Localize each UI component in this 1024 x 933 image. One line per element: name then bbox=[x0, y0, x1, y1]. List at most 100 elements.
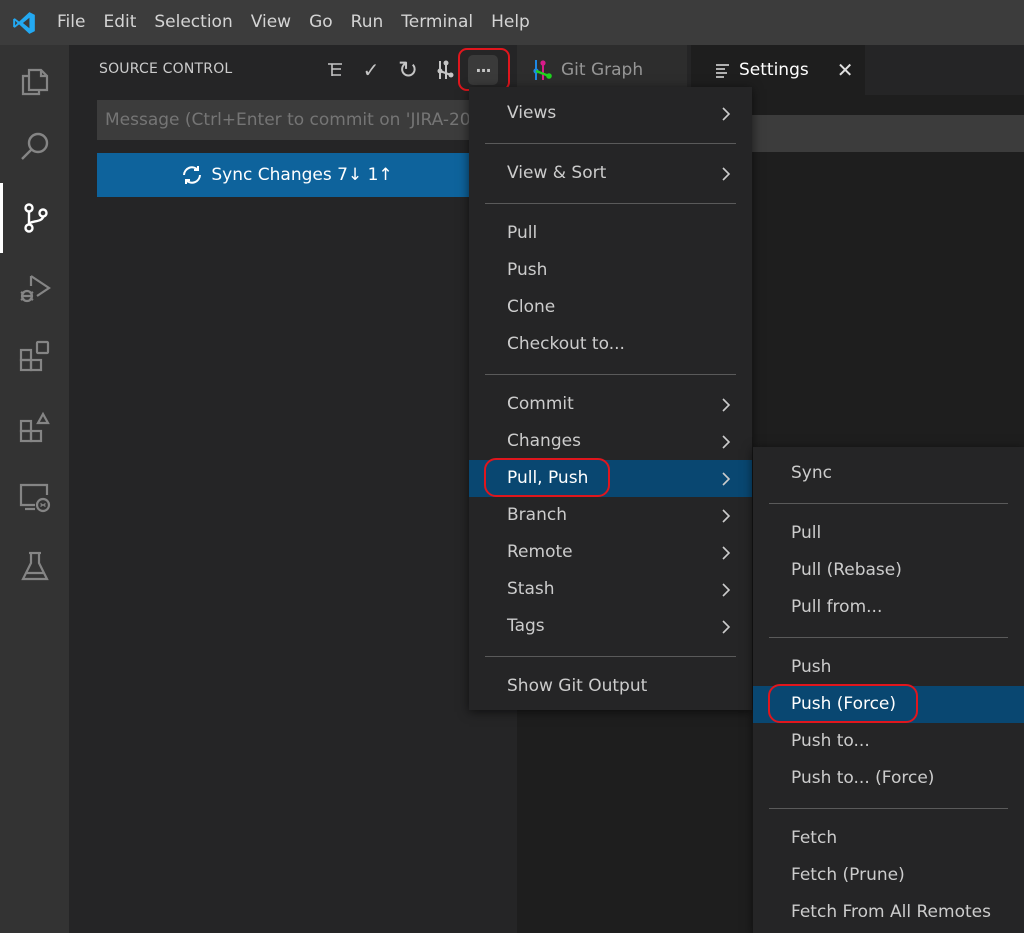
menu-item-label: Push to... (Force) bbox=[791, 768, 935, 788]
menu-separator bbox=[485, 203, 736, 204]
menu-item-label: Pull bbox=[507, 223, 538, 243]
refresh-button[interactable]: ↻ bbox=[393, 55, 423, 85]
menu-item-label: Branch bbox=[507, 505, 567, 525]
context-menu-item-views[interactable]: Views bbox=[469, 95, 752, 132]
chevron-right-icon bbox=[718, 608, 734, 645]
submenu-item-push-to-force[interactable]: Push to... (Force) bbox=[753, 760, 1024, 797]
menu-item-label: Pull (Rebase) bbox=[791, 560, 902, 580]
sync-changes-button[interactable]: Sync Changes 7↓ 1↑ bbox=[97, 153, 477, 197]
menu-separator bbox=[769, 637, 1008, 638]
context-menu-item-push[interactable]: Push bbox=[469, 252, 752, 289]
submenu-item-fetch[interactable]: Fetch bbox=[753, 820, 1024, 857]
context-menu-item-pull-push[interactable]: Pull, Push bbox=[469, 458, 752, 497]
submenu-item-pull-from[interactable]: Pull from... bbox=[753, 589, 1024, 626]
menu-item-label: Stash bbox=[507, 579, 555, 599]
menu-item-label: Clone bbox=[507, 297, 556, 317]
pull-push-submenu: Sync Pull Pull (Rebase) Pull from... Push Pus… bbox=[753, 447, 1024, 933]
context-menu-item-branch[interactable]: Branch bbox=[469, 497, 752, 534]
menu-item-label: Show Git Output bbox=[507, 676, 648, 696]
activity-extensions[interactable] bbox=[0, 321, 69, 391]
menu-item-label: Fetch (Prune) bbox=[791, 865, 905, 885]
menu-separator bbox=[769, 503, 1008, 504]
view-as-tree-button[interactable] bbox=[320, 55, 350, 85]
context-menu-item-checkout-to[interactable]: Checkout to... bbox=[469, 326, 752, 363]
submenu-item-push-force[interactable]: Push (Force) bbox=[753, 684, 1024, 723]
chevron-right-icon bbox=[718, 534, 734, 571]
menu-item-label: Tags bbox=[507, 616, 545, 636]
menu-item-label: Pull bbox=[791, 523, 822, 543]
view-as-tree-icon bbox=[328, 63, 342, 76]
run-debug-icon bbox=[19, 275, 51, 303]
sync-changes-label: Sync Changes 7↓ 1↑ bbox=[211, 165, 393, 185]
chevron-right-icon bbox=[718, 460, 734, 497]
menu-terminal[interactable]: Terminal bbox=[392, 0, 482, 45]
context-menu-item-changes[interactable]: Changes bbox=[469, 423, 752, 460]
commit-button[interactable]: ✓ bbox=[356, 55, 386, 85]
activity-search[interactable] bbox=[0, 112, 69, 182]
submenu-item-pull[interactable]: Pull bbox=[753, 515, 1024, 552]
submenu-item-sync[interactable]: Sync bbox=[753, 455, 1024, 492]
extensions-icon bbox=[19, 340, 49, 372]
testing-icon bbox=[20, 551, 49, 581]
chevron-right-icon bbox=[718, 155, 734, 192]
submenu-item-fetch-prune[interactable]: Fetch (Prune) bbox=[753, 857, 1024, 894]
close-icon[interactable]: ✕ bbox=[837, 58, 854, 82]
git-graph-icon bbox=[533, 60, 552, 80]
activity-extensions-alt[interactable] bbox=[0, 392, 69, 462]
context-menu-item-commit[interactable]: Commit bbox=[469, 386, 752, 423]
source-control-icon bbox=[23, 203, 48, 233]
context-menu-item-view-sort[interactable]: View & Sort bbox=[469, 155, 752, 192]
submenu-item-pull-rebase[interactable]: Pull (Rebase) bbox=[753, 552, 1024, 589]
settings-search-input[interactable]: e bbox=[742, 115, 1024, 152]
tab-label: Settings bbox=[739, 60, 809, 80]
chevron-right-icon bbox=[718, 386, 734, 423]
context-menu-item-clone[interactable]: Clone bbox=[469, 289, 752, 326]
menu-item-label: Changes bbox=[507, 431, 581, 451]
activity-source-control[interactable] bbox=[0, 183, 69, 253]
source-control-sidebar: SOURCE CONTROL ✓ ↻ ··· Sync Changes 7↓ 1… bbox=[69, 45, 517, 933]
more-actions-button[interactable]: ··· bbox=[468, 55, 498, 85]
menu-selection[interactable]: Selection bbox=[145, 0, 241, 45]
activity-run-debug[interactable] bbox=[0, 253, 69, 323]
commit-message-input[interactable] bbox=[97, 100, 477, 140]
menu-item-label: Sync bbox=[791, 463, 832, 483]
context-menu-item-show-git-output[interactable]: Show Git Output bbox=[469, 668, 752, 705]
menu-item-label: Fetch From All Remotes bbox=[791, 902, 991, 922]
menu-item-label: Checkout to... bbox=[507, 334, 625, 354]
menu-file[interactable]: File bbox=[48, 0, 94, 45]
context-menu-item-stash[interactable]: Stash bbox=[469, 571, 752, 608]
activity-remote-explorer[interactable] bbox=[0, 462, 69, 532]
menu-separator bbox=[485, 143, 736, 144]
extensions-alt-icon bbox=[19, 411, 50, 443]
activity-testing[interactable] bbox=[0, 532, 69, 602]
menu-run[interactable]: Run bbox=[342, 0, 393, 45]
sync-icon bbox=[183, 166, 202, 184]
menu-separator bbox=[769, 808, 1008, 809]
context-menu-item-pull[interactable]: Pull bbox=[469, 215, 752, 252]
chevron-right-icon bbox=[718, 423, 734, 460]
menu-item-label: Fetch bbox=[791, 828, 838, 848]
context-menu-item-remote[interactable]: Remote bbox=[469, 534, 752, 571]
menu-item-label: Remote bbox=[507, 542, 573, 562]
remote-explorer-icon bbox=[19, 483, 50, 513]
chevron-right-icon bbox=[718, 95, 734, 132]
menu-edit[interactable]: Edit bbox=[94, 0, 145, 45]
menu-help[interactable]: Help bbox=[482, 0, 539, 45]
more-actions-menu: Views View & Sort Pull Push Clone Checkout to… bbox=[469, 87, 752, 710]
chevron-right-icon bbox=[718, 571, 734, 608]
activity-explorer[interactable] bbox=[0, 45, 69, 115]
menu-item-label: Push to... bbox=[791, 731, 870, 751]
git-graph-button[interactable] bbox=[430, 55, 460, 85]
sidebar-title: SOURCE CONTROL bbox=[99, 61, 233, 77]
menu-item-label: Pull, Push bbox=[507, 468, 589, 488]
submenu-item-push-to[interactable]: Push to... bbox=[753, 723, 1024, 760]
menu-go[interactable]: Go bbox=[300, 0, 342, 45]
context-menu-item-tags[interactable]: Tags bbox=[469, 608, 752, 645]
submenu-item-fetch-from-all-remotes[interactable]: Fetch From All Remotes bbox=[753, 894, 1024, 931]
menu-view[interactable]: View bbox=[242, 0, 300, 45]
settings-editor-icon bbox=[716, 64, 729, 78]
menu-item-label: Push bbox=[791, 657, 832, 677]
search-icon bbox=[20, 132, 48, 160]
submenu-item-push[interactable]: Push bbox=[753, 649, 1024, 686]
menu-separator bbox=[485, 374, 736, 375]
